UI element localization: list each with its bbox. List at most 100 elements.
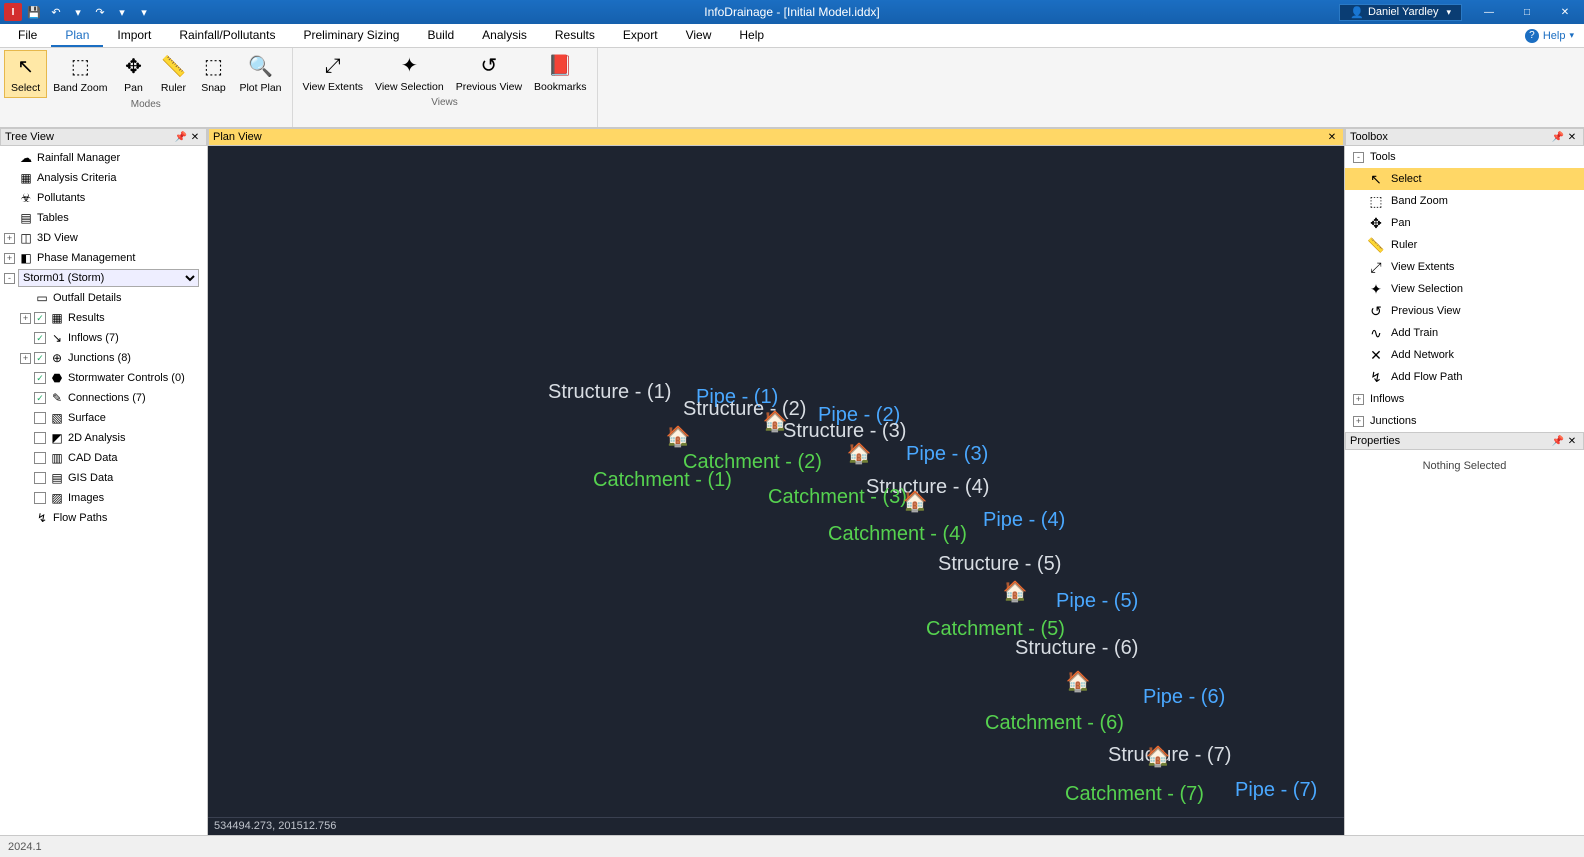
checkbox[interactable] bbox=[34, 432, 46, 444]
plan-label[interactable]: Pipe - (4) bbox=[983, 509, 1065, 532]
catchment-icon[interactable]: 🏠 bbox=[1143, 741, 1173, 771]
properties-pin-icon[interactable]: 📌 bbox=[1551, 436, 1565, 447]
tree-item[interactable]: ↯Flow Paths bbox=[0, 508, 207, 528]
tree-item[interactable]: +◫3D View bbox=[0, 228, 207, 248]
qat-undo-drop[interactable]: ▾ bbox=[68, 2, 88, 22]
checkbox[interactable]: ✓ bbox=[34, 352, 46, 364]
menu-file[interactable]: File bbox=[4, 25, 51, 47]
toolbox-add-network[interactable]: ✕Add Network bbox=[1345, 344, 1584, 366]
toolbox-group[interactable]: +Junctions bbox=[1345, 410, 1584, 432]
catchment-icon[interactable]: 🏠 bbox=[663, 421, 693, 451]
plan-label[interactable]: Catchment - (7) bbox=[1065, 783, 1204, 806]
maximize-button[interactable]: □ bbox=[1508, 0, 1546, 24]
catchment-icon[interactable]: 🏠 bbox=[900, 486, 930, 516]
catchment-icon[interactable]: 🏠 bbox=[760, 406, 790, 436]
minimize-button[interactable]: — bbox=[1470, 0, 1508, 24]
expand-icon[interactable]: + bbox=[4, 253, 15, 264]
ribbon-ruler-button[interactable]: 📏Ruler bbox=[153, 50, 193, 98]
catchment-icon[interactable]: 🏠 bbox=[844, 438, 874, 468]
plan-label[interactable]: Catchment - (4) bbox=[828, 523, 967, 546]
plan-label[interactable]: Catchment - (3) bbox=[768, 486, 907, 509]
phase-select[interactable]: Storm01 (Storm) bbox=[18, 269, 199, 287]
menu-results[interactable]: Results bbox=[541, 25, 609, 47]
tree-item[interactable]: +✓▦Results bbox=[0, 308, 207, 328]
plan-label[interactable]: Structure - (5) bbox=[938, 553, 1061, 576]
expand-icon[interactable]: + bbox=[1353, 416, 1364, 427]
tree-close-icon[interactable]: ✕ bbox=[188, 132, 202, 143]
tree-item[interactable]: ✓✎Connections (7) bbox=[0, 388, 207, 408]
tree-item[interactable]: ✓↘Inflows (7) bbox=[0, 328, 207, 348]
tree-item[interactable]: +◧Phase Management bbox=[0, 248, 207, 268]
catchment-icon[interactable]: 🏠 bbox=[1063, 666, 1093, 696]
toolbox-add-train[interactable]: ∿Add Train bbox=[1345, 322, 1584, 344]
expand-icon[interactable]: + bbox=[1353, 394, 1364, 405]
plan-label[interactable]: Pipe - (3) bbox=[906, 443, 988, 466]
ribbon-view-selection-button[interactable]: ✦View Selection bbox=[369, 50, 450, 96]
qat-redo-drop[interactable]: ▾ bbox=[112, 2, 132, 22]
tree-item[interactable]: ▤Tables bbox=[0, 208, 207, 228]
toolbox-group[interactable]: -Tools bbox=[1345, 146, 1584, 168]
checkbox[interactable] bbox=[34, 452, 46, 464]
plan-label[interactable]: Structure - (1) bbox=[548, 381, 671, 404]
plan-label[interactable]: Pipe - (6) bbox=[1143, 686, 1225, 709]
menu-plan[interactable]: Plan bbox=[51, 25, 103, 47]
toolbox-add-flow-path[interactable]: ↯Add Flow Path bbox=[1345, 366, 1584, 388]
user-menu[interactable]: 👤Daniel Yardley bbox=[1339, 4, 1462, 21]
expand-icon[interactable]: + bbox=[20, 313, 31, 324]
toolbox-pin-icon[interactable]: 📌 bbox=[1551, 132, 1565, 143]
tree-pin-icon[interactable]: 📌 bbox=[174, 132, 188, 143]
tree-item[interactable]: ▭Outfall Details bbox=[0, 288, 207, 308]
ribbon-view-extents-button[interactable]: ⤢View Extents bbox=[297, 50, 370, 96]
toolbox-view-extents[interactable]: ⤢View Extents bbox=[1345, 256, 1584, 278]
qat-undo-button[interactable]: ↶ bbox=[46, 2, 66, 22]
tree-item[interactable]: ☣Pollutants bbox=[0, 188, 207, 208]
plan-label[interactable]: Pipe - (7) bbox=[1235, 779, 1317, 802]
ribbon-band-zoom-button[interactable]: ⬚Band Zoom bbox=[47, 50, 113, 98]
toolbox-group[interactable]: +Inflows bbox=[1345, 388, 1584, 410]
expand-icon[interactable]: + bbox=[20, 353, 31, 364]
toolbox-select[interactable]: ↖Select bbox=[1345, 168, 1584, 190]
toolbox-ruler[interactable]: 📏Ruler bbox=[1345, 234, 1584, 256]
toolbox-band-zoom[interactable]: ⬚Band Zoom bbox=[1345, 190, 1584, 212]
plan-label[interactable]: Structure - (6) bbox=[1015, 637, 1138, 660]
qat-customize[interactable]: ▾ bbox=[134, 2, 154, 22]
expand-icon[interactable]: - bbox=[4, 273, 15, 284]
tree-item[interactable]: ✓⬣Stormwater Controls (0) bbox=[0, 368, 207, 388]
plan-label[interactable]: Pipe - (5) bbox=[1056, 590, 1138, 613]
help-link[interactable]: ? Help ▾ bbox=[1525, 29, 1580, 43]
plan-label[interactable]: Catchment - (6) bbox=[985, 712, 1124, 735]
toolbox-previous-view[interactable]: ↺Previous View bbox=[1345, 300, 1584, 322]
expand-icon[interactable]: - bbox=[1353, 152, 1364, 163]
tree-item[interactable]: ▧Surface bbox=[0, 408, 207, 428]
properties-close-icon[interactable]: ✕ bbox=[1565, 436, 1579, 447]
tree-item[interactable]: ☁Rainfall Manager bbox=[0, 148, 207, 168]
checkbox[interactable]: ✓ bbox=[34, 312, 46, 324]
ribbon-pan-button[interactable]: ✥Pan bbox=[113, 50, 153, 98]
toolbox-pan[interactable]: ✥Pan bbox=[1345, 212, 1584, 234]
menu-help[interactable]: Help bbox=[725, 25, 778, 47]
close-button[interactable]: ✕ bbox=[1546, 0, 1584, 24]
checkbox[interactable]: ✓ bbox=[34, 392, 46, 404]
tree-item[interactable]: ▨Images bbox=[0, 488, 207, 508]
tree-item[interactable]: ◩2D Analysis bbox=[0, 428, 207, 448]
menu-rainfall-pollutants[interactable]: Rainfall/Pollutants bbox=[165, 25, 289, 47]
ribbon-plot-plan-button[interactable]: 🔍Plot Plan bbox=[233, 50, 287, 98]
ribbon-snap-button[interactable]: ⬚Snap bbox=[193, 50, 233, 98]
tree-item[interactable]: ▥CAD Data bbox=[0, 448, 207, 468]
qat-redo-button[interactable]: ↷ bbox=[90, 2, 110, 22]
expand-icon[interactable]: + bbox=[4, 233, 15, 244]
ribbon-select-button[interactable]: ↖Select bbox=[4, 50, 47, 98]
checkbox[interactable]: ✓ bbox=[34, 332, 46, 344]
ribbon-previous-view-button[interactable]: ↺Previous View bbox=[450, 50, 528, 96]
checkbox[interactable] bbox=[34, 412, 46, 424]
plan-canvas[interactable]: Structure - (1)Pipe - (1)Structure - (2)… bbox=[208, 146, 1344, 817]
tree-item[interactable]: +✓⊕Junctions (8) bbox=[0, 348, 207, 368]
catchment-icon[interactable]: 🏠 bbox=[1000, 576, 1030, 606]
ribbon-bookmarks-button[interactable]: 📕Bookmarks bbox=[528, 50, 593, 96]
tree-item[interactable]: ▤GIS Data bbox=[0, 468, 207, 488]
menu-analysis[interactable]: Analysis bbox=[468, 25, 541, 47]
menu-export[interactable]: Export bbox=[609, 25, 672, 47]
menu-import[interactable]: Import bbox=[103, 25, 165, 47]
qat-save-button[interactable]: 💾 bbox=[24, 2, 44, 22]
toolbox-view-selection[interactable]: ✦View Selection bbox=[1345, 278, 1584, 300]
